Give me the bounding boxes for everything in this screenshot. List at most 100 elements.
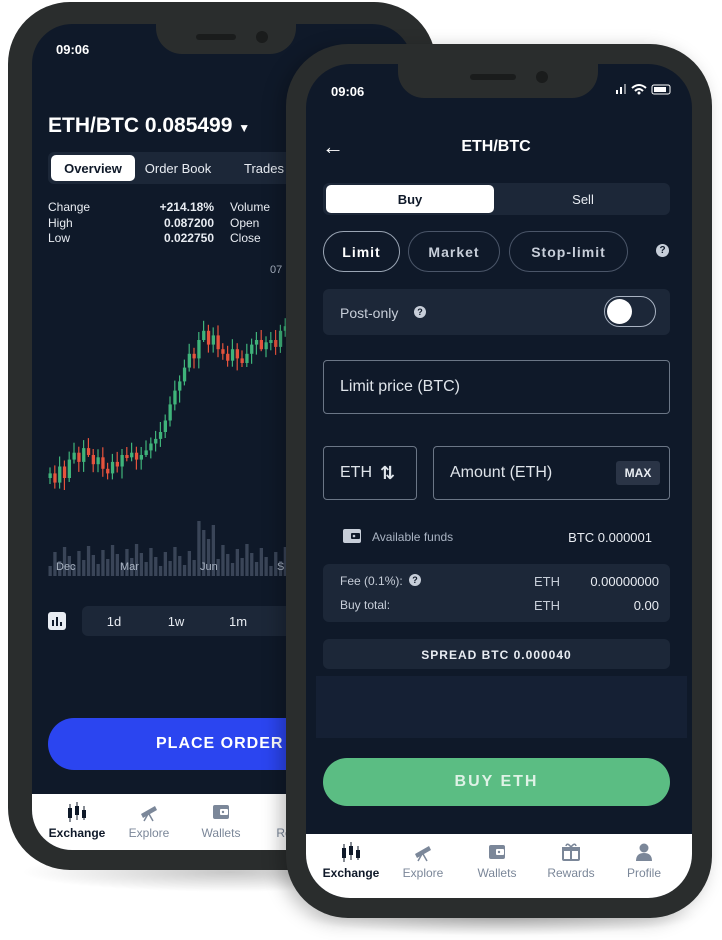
tab-overview[interactable]: Overview <box>51 155 135 181</box>
candle-body <box>221 349 225 354</box>
volume-bar <box>91 555 95 576</box>
price-chart[interactable] <box>46 294 306 584</box>
order-type-limit[interactable]: Limit <box>323 231 400 272</box>
order-type-market[interactable]: Market <box>408 231 500 272</box>
fee-label: Fee (0.1%): <box>340 574 403 588</box>
limit-price-input[interactable]: Limit price (BTC) <box>323 360 670 414</box>
nav-wallets[interactable]: Wallets <box>192 802 250 840</box>
x-axis-mar: Mar <box>120 561 139 573</box>
candle-body <box>48 473 52 478</box>
candle-body <box>125 455 129 458</box>
candle-body <box>254 340 259 345</box>
candle-body <box>202 330 206 340</box>
volume-bar <box>168 561 172 576</box>
post-only-toggle[interactable] <box>604 296 656 327</box>
help-icon[interactable]: ? <box>414 306 426 318</box>
stat-low-label: Low <box>48 231 71 245</box>
candle-body <box>206 330 211 345</box>
candle-body <box>235 349 239 359</box>
candle-body <box>53 473 57 483</box>
x-axis-jun: Jun <box>200 561 218 573</box>
tab-buy[interactable]: Buy <box>326 185 494 213</box>
nav-exchange[interactable]: Exchange <box>320 842 382 880</box>
page-title: ETH/BTC <box>461 138 531 155</box>
volume-bar <box>187 551 191 576</box>
volume-bar <box>82 560 86 576</box>
candle-body <box>91 455 95 465</box>
chart-partial-label: 07 <box>270 264 283 276</box>
stat-volume-label: Volume <box>230 200 271 214</box>
volume-bar <box>106 559 110 576</box>
volume-bar <box>182 565 187 576</box>
status-icons <box>616 82 676 96</box>
status-time: 09:06 <box>56 42 90 57</box>
post-only-label: Post-only <box>340 305 399 321</box>
candle-body <box>110 461 115 474</box>
candle-body <box>240 358 244 363</box>
volume-bar <box>144 562 148 576</box>
candle-body <box>120 455 124 467</box>
help-icon[interactable]: ? <box>409 574 421 586</box>
candles-icon <box>68 802 86 822</box>
front-phone: 09:06 ← ETH/BTC Buy Sell Limit Market St… <box>286 44 712 918</box>
buy-total-label: Buy total: <box>340 598 391 612</box>
volume-bar <box>192 560 196 576</box>
timeframe-1m[interactable]: 1m <box>208 608 268 634</box>
volume-bar <box>250 553 254 576</box>
telescope-icon <box>141 806 157 822</box>
candle-body <box>106 468 110 474</box>
chevron-down-icon: ▼ <box>238 121 251 135</box>
timeframe-1d[interactable]: 1d <box>84 608 144 634</box>
buy-eth-button[interactable]: BUY ETH <box>323 758 670 806</box>
candle-body <box>77 452 81 462</box>
volume-bar <box>96 564 100 576</box>
back-notch <box>156 24 296 54</box>
max-button[interactable]: MAX <box>616 461 660 485</box>
volume-bar <box>221 545 225 576</box>
nav-explore[interactable]: Explore <box>120 802 178 840</box>
stat-high-label: High <box>48 216 73 230</box>
nav-exchange[interactable]: Exchange <box>46 802 108 840</box>
tab-sell[interactable]: Sell <box>498 185 668 213</box>
tab-order-book[interactable]: Order Book <box>136 155 220 181</box>
timeframe-1w[interactable]: 1w <box>146 608 206 634</box>
fee-value: 0.00000000 <box>590 574 659 589</box>
front-bottom-nav: Exchange Explore Wallets Rewards Profile <box>306 834 692 898</box>
chart-type-icon[interactable] <box>48 612 66 630</box>
fee-panel <box>323 564 670 622</box>
volume-bar <box>264 557 268 576</box>
candle-body <box>259 340 263 350</box>
help-icon[interactable]: ? <box>656 244 669 257</box>
gift-icon <box>562 843 580 861</box>
nav-profile[interactable]: Profile <box>618 842 670 880</box>
candle-body <box>264 342 268 350</box>
candle-body <box>134 452 139 460</box>
candle-body <box>58 466 62 483</box>
stat-high-value: 0.087200 <box>163 216 214 230</box>
candle-body <box>154 438 158 444</box>
volume-bar <box>163 552 167 576</box>
volume-bar <box>48 566 52 576</box>
volume-bar <box>230 563 235 576</box>
volume-bar <box>110 545 115 576</box>
pair-title[interactable]: ETH/BTC 0.085499 ▼ <box>48 114 250 138</box>
candle-body <box>67 459 71 478</box>
volume-bar <box>86 546 91 576</box>
nav-wallets[interactable]: Wallets <box>468 842 526 880</box>
order-book-placeholder <box>316 676 687 738</box>
nav-explore[interactable]: Explore <box>394 842 452 880</box>
stat-open-label: Open <box>230 216 260 230</box>
candle-body <box>163 420 167 432</box>
candle-body <box>144 450 148 455</box>
currency-toggle-button[interactable]: ETH ⇅ <box>323 446 417 500</box>
stat-change-value: +214.18% <box>159 200 214 214</box>
volume-bar <box>235 549 239 576</box>
person-icon <box>636 843 652 861</box>
candle-body <box>173 390 177 405</box>
volume-bar <box>77 551 81 576</box>
available-funds-label: Available funds <box>372 530 454 544</box>
order-type-stop-limit[interactable]: Stop-limit <box>509 231 628 272</box>
candle-body <box>216 335 220 350</box>
nav-rewards[interactable]: Rewards <box>540 842 602 880</box>
x-axis-s: S <box>277 561 285 573</box>
